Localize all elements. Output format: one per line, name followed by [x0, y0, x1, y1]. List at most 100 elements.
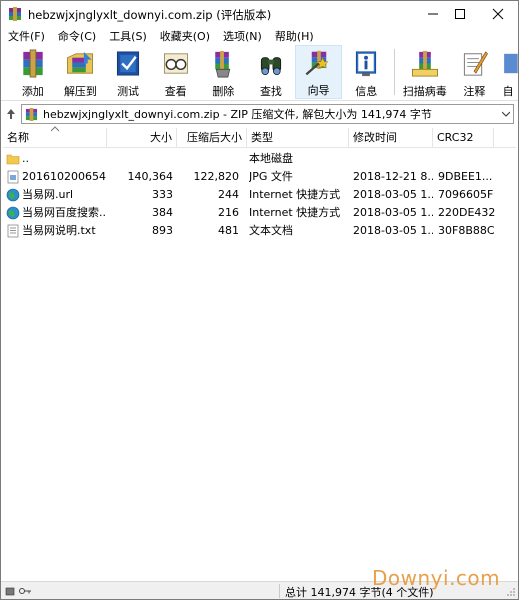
resize-grip-icon[interactable]: [506, 587, 516, 597]
file-size: 893: [152, 224, 173, 237]
sfx-label: 自: [502, 85, 514, 98]
column-name-label: 名称: [7, 131, 29, 144]
title-bar[interactable]: hebzwjxjnglyxlt_downyi.com.zip (评估版本): [1, 1, 518, 27]
globe-icon: [6, 188, 20, 202]
add-label: 添加: [21, 85, 44, 98]
file-packed-size: 216: [218, 206, 239, 219]
file-name: 201610200654...: [22, 170, 107, 183]
menu-favorites[interactable]: 收藏夹(O): [157, 28, 213, 44]
file-packed-size: 122,820: [193, 170, 240, 183]
chevron-down-icon[interactable]: [502, 110, 510, 118]
menu-help[interactable]: 帮助(H): [272, 28, 317, 44]
image-file-icon: [7, 170, 19, 184]
file-name: 当易网.url: [22, 188, 74, 201]
table-row[interactable]: 当易网.url 333 244 Internet 快捷方式 2018-03-05…: [3, 186, 516, 204]
column-type-label: 类型: [251, 131, 273, 144]
extract-to-button[interactable]: 解压到: [57, 45, 105, 99]
column-size[interactable]: 大小: [107, 128, 177, 148]
file-type: Internet 快捷方式: [249, 188, 341, 201]
file-name: 当易网说明.txt: [22, 224, 96, 237]
close-icon: [492, 8, 504, 20]
comment-button[interactable]: 注释: [451, 45, 499, 99]
view-button[interactable]: 查看: [152, 45, 200, 99]
sfx-button[interactable]: 自: [498, 45, 518, 99]
up-folder-button[interactable]: [4, 106, 18, 122]
drive-icon[interactable]: [5, 585, 15, 597]
scan-virus-button[interactable]: 扫描病毒: [399, 45, 451, 99]
toolbar: 添加 解压到 测试 查看 删除 查找 向导 信息 扫描病毒 注释 自: [1, 45, 518, 101]
status-divider: [279, 584, 280, 598]
file-name: ..: [22, 152, 29, 165]
sfx-icon: [504, 53, 518, 74]
view-icon: [163, 53, 188, 74]
key-icon[interactable]: [18, 585, 32, 597]
extract-to-label: 解压到: [63, 85, 97, 98]
table-row[interactable]: 201610200654... 140,364 122,820 JPG 文件 2…: [3, 168, 516, 186]
file-modified: 2018-03-05 1...: [353, 206, 433, 219]
file-type: 本地磁盘: [249, 152, 293, 165]
delete-icon: [215, 50, 231, 78]
add-button[interactable]: 添加: [9, 45, 57, 99]
comment-label: 注释: [463, 85, 486, 98]
column-name[interactable]: 名称: [3, 126, 107, 148]
minimize-icon: [428, 13, 438, 15]
test-button[interactable]: 测试: [104, 45, 152, 99]
file-size: 333: [152, 188, 173, 201]
add-archive-icon: [23, 49, 43, 78]
test-label: 测试: [117, 85, 140, 98]
menu-commands[interactable]: 命令(C): [55, 28, 99, 44]
scan-virus-label: 扫描病毒: [402, 85, 447, 98]
find-button[interactable]: 查找: [247, 45, 295, 99]
text-file-icon: [7, 224, 19, 238]
column-size-label: 大小: [150, 131, 172, 144]
column-modified[interactable]: 修改时间: [349, 128, 433, 148]
watermark: Downyi.com: [372, 566, 501, 590]
table-row[interactable]: .. 本地磁盘: [3, 150, 516, 168]
menu-bar: 文件(F) 命令(C) 工具(S) 收藏夹(O) 选项(N) 帮助(H): [1, 27, 518, 45]
file-name: 当易网百度搜索...: [22, 206, 107, 219]
scan-virus-icon: [411, 50, 438, 77]
column-type[interactable]: 类型: [247, 128, 349, 148]
window-title: hebzwjxjnglyxlt_downyi.com.zip (评估版本): [28, 8, 272, 22]
address-text: hebzwjxjnglyxlt_downyi.com.zip - ZIP 压缩文…: [43, 108, 432, 121]
find-label: 查找: [259, 85, 282, 98]
sort-ascending-icon: [51, 126, 59, 132]
file-modified: 2018-03-05 1...: [353, 188, 433, 201]
file-size: 140,364: [127, 170, 174, 183]
test-icon: [117, 51, 140, 76]
table-row[interactable]: 当易网百度搜索... 384 216 Internet 快捷方式 2018-03…: [3, 204, 516, 222]
info-icon: [356, 51, 377, 77]
table-row[interactable]: 当易网说明.txt 893 481 文本文档 2018-03-05 1... 3…: [3, 222, 516, 240]
file-crc32: 7096605F: [438, 188, 494, 201]
toolbar-separator: [394, 49, 395, 95]
menu-file[interactable]: 文件(F): [5, 28, 48, 44]
winrar-window: hebzwjxjnglyxlt_downyi.com.zip (评估版本) 文件…: [0, 0, 519, 600]
close-button[interactable]: [481, 1, 515, 27]
arrow-up-icon: [7, 109, 15, 119]
maximize-icon: [455, 9, 465, 19]
column-packed-label: 压缩后大小: [187, 131, 242, 144]
file-type: Internet 快捷方式: [249, 206, 341, 219]
globe-icon: [6, 206, 20, 220]
info-button[interactable]: 信息: [342, 45, 390, 99]
wizard-icon: [305, 50, 329, 76]
menu-options[interactable]: 选项(N): [220, 28, 265, 44]
archive-icon: [25, 107, 38, 121]
file-type: JPG 文件: [249, 170, 293, 183]
view-label: 查看: [164, 85, 187, 98]
winrar-app-icon: [9, 7, 21, 21]
file-crc32: 9DBEE1...: [438, 170, 493, 183]
wizard-label: 向导: [307, 84, 330, 97]
file-crc32: 30F8B88C: [438, 224, 495, 237]
wizard-button[interactable]: 向导: [294, 45, 343, 99]
address-bar[interactable]: hebzwjxjnglyxlt_downyi.com.zip - ZIP 压缩文…: [21, 104, 514, 124]
comment-icon: [464, 51, 489, 76]
menu-tools[interactable]: 工具(S): [106, 28, 150, 44]
maximize-button[interactable]: [443, 1, 477, 27]
status-icons: [5, 585, 32, 597]
file-packed-size: 244: [218, 188, 239, 201]
column-crc32[interactable]: CRC32: [433, 128, 494, 148]
find-icon: [260, 57, 282, 76]
delete-button[interactable]: 删除: [200, 45, 248, 99]
column-packed[interactable]: 压缩后大小: [177, 128, 247, 148]
